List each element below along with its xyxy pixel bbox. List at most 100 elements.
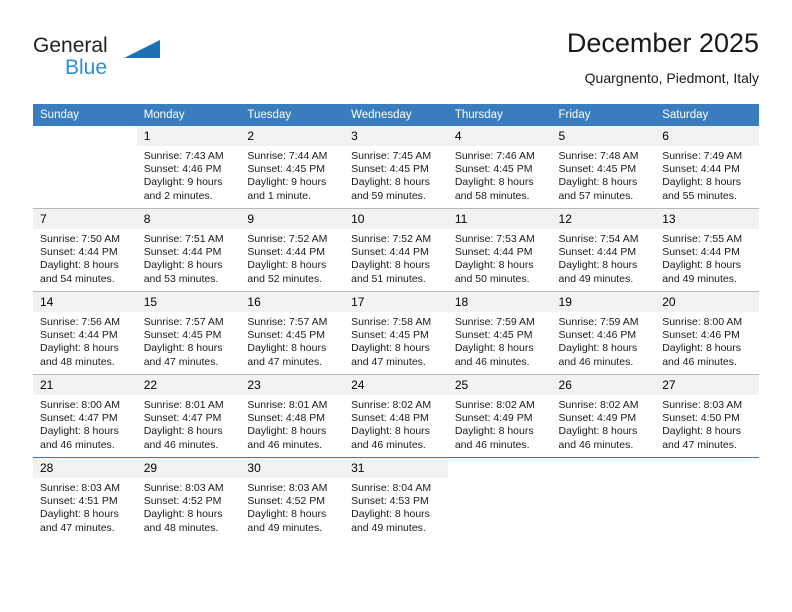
sunset-text: Sunset: 4:44 PM xyxy=(454,246,533,259)
calendar-day-cell[interactable]: 18 Sunrise: 7:59 AM Sunset: 4:45 PM Dayligh… xyxy=(447,291,552,375)
daylight-text-line1: Daylight: 8 hours xyxy=(247,425,327,438)
daylight-text-line1: Daylight: 8 hours xyxy=(662,259,742,272)
sunset-text: Sunset: 4:46 PM xyxy=(662,329,740,342)
day-number: 26 xyxy=(551,375,656,395)
daylight-text-line2: and 46 minutes. xyxy=(247,438,323,451)
calendar-day-cell[interactable]: 14 Sunrise: 7:56 AM Sunset: 4:44 PM Dayligh… xyxy=(33,291,137,375)
sunrise-text: Sunrise: 7:55 AM xyxy=(662,233,743,245)
day-number: 30 xyxy=(240,458,345,478)
sunrise-text: Sunrise: 8:03 AM xyxy=(247,482,328,494)
daylight-text-line1: Daylight: 8 hours xyxy=(247,259,327,272)
calendar-day-cell[interactable]: 11 Sunrise: 7:53 AM Sunset: 4:44 PM Dayligh… xyxy=(447,208,552,292)
sunset-text: Sunset: 4:45 PM xyxy=(143,329,222,342)
calendar-day-cell[interactable]: 15 Sunrise: 7:57 AM Sunset: 4:45 PM Dayligh… xyxy=(136,291,241,375)
daylight-text-line2: and 46 minutes. xyxy=(143,438,219,451)
sunrise-text: Sunrise: 7:59 AM xyxy=(454,316,535,328)
weekday-header-monday: Monday xyxy=(136,104,241,126)
daylight-text-line2: and 48 minutes. xyxy=(143,521,219,534)
day-details: Sunrise: 8:01 AM Sunset: 4:47 PM Daylight:… xyxy=(137,395,241,452)
daylight-text-line2: and 46 minutes. xyxy=(558,438,634,451)
sunset-text: Sunset: 4:44 PM xyxy=(558,246,637,259)
calendar-day-cell[interactable]: 29 Sunrise: 8:03 AM Sunset: 4:52 PM Dayligh… xyxy=(136,457,241,540)
daylight-text-line2: and 47 minutes. xyxy=(40,521,115,534)
calendar-day-cell[interactable]: 16 Sunrise: 7:57 AM Sunset: 4:45 PM Dayligh… xyxy=(240,291,345,375)
calendar-day-cell[interactable]: 21 Sunrise: 8:00 AM Sunset: 4:47 PM Dayligh… xyxy=(33,374,137,458)
calendar-day-cell[interactable]: 2 Sunrise: 7:44 AM Sunset: 4:45 PM Daylight… xyxy=(240,126,345,209)
calendar-day-cell[interactable]: 4 Sunrise: 7:46 AM Sunset: 4:45 PM Daylight… xyxy=(447,126,552,209)
calendar-day-cell[interactable]: 25 Sunrise: 8:02 AM Sunset: 4:49 PM Dayligh… xyxy=(447,374,552,458)
sunset-text: Sunset: 4:45 PM xyxy=(351,329,429,342)
day-number: 7 xyxy=(33,209,137,229)
weekday-header-tuesday: Tuesday xyxy=(240,104,345,126)
daylight-text-line2: and 46 minutes. xyxy=(662,355,737,368)
calendar-week-row: 28 Sunrise: 8:03 AM Sunset: 4:51 PM Dayligh… xyxy=(33,457,759,540)
weekday-header-thursday: Thursday xyxy=(447,104,552,126)
day-number: 16 xyxy=(240,292,345,312)
calendar-day-cell[interactable]: 12 Sunrise: 7:54 AM Sunset: 4:44 PM Dayligh… xyxy=(551,208,656,292)
sunset-text: Sunset: 4:44 PM xyxy=(40,329,118,342)
daylight-text-line2: and 47 minutes. xyxy=(662,438,737,451)
calendar-day-cell[interactable]: 7 Sunrise: 7:50 AM Sunset: 4:44 PM Daylight… xyxy=(33,208,137,292)
calendar-day-cell[interactable]: 22 Sunrise: 8:01 AM Sunset: 4:47 PM Dayligh… xyxy=(136,374,241,458)
general-blue-logo: General Blue xyxy=(33,26,273,86)
calendar-day-cell[interactable]: 8 Sunrise: 7:51 AM Sunset: 4:44 PM Daylight… xyxy=(136,208,241,292)
calendar-day-cell[interactable]: 17 Sunrise: 7:58 AM Sunset: 4:45 PM Dayligh… xyxy=(344,291,448,375)
calendar-day-cell[interactable]: 6 Sunrise: 7:49 AM Sunset: 4:44 PM Daylight… xyxy=(655,126,759,209)
daylight-text-line2: and 47 minutes. xyxy=(247,355,323,368)
sunset-text: Sunset: 4:47 PM xyxy=(40,412,118,425)
daylight-text-line1: Daylight: 8 hours xyxy=(662,176,742,189)
sunrise-text: Sunrise: 8:03 AM xyxy=(40,482,120,494)
sunset-text: Sunset: 4:46 PM xyxy=(143,163,222,176)
sunrise-text: Sunrise: 8:01 AM xyxy=(143,399,224,411)
calendar-day-cell[interactable]: 20 Sunrise: 8:00 AM Sunset: 4:46 PM Dayligh… xyxy=(655,291,759,375)
calendar-day-cell[interactable]: 30 Sunrise: 8:03 AM Sunset: 4:52 PM Dayligh… xyxy=(240,457,345,540)
sunrise-text: Sunrise: 7:57 AM xyxy=(143,316,224,328)
sunrise-text: Sunrise: 7:44 AM xyxy=(247,150,328,162)
sunset-text: Sunset: 4:46 PM xyxy=(558,329,637,342)
daylight-text-line2: and 1 minute. xyxy=(247,189,312,202)
day-number: 4 xyxy=(447,126,552,146)
day-details: Sunrise: 7:44 AM Sunset: 4:45 PM Daylight:… xyxy=(240,146,344,203)
calendar-day-cell[interactable]: 10 Sunrise: 7:52 AM Sunset: 4:44 PM Dayligh… xyxy=(344,208,448,292)
daylight-text-line2: and 46 minutes. xyxy=(40,438,115,451)
sunrise-text: Sunrise: 7:53 AM xyxy=(454,233,535,245)
calendar-week-row: 21 Sunrise: 8:00 AM Sunset: 4:47 PM Dayligh… xyxy=(33,374,759,458)
daylight-text-line2: and 46 minutes. xyxy=(351,438,426,451)
calendar-day-cell[interactable]: 31 Sunrise: 8:04 AM Sunset: 4:53 PM Dayligh… xyxy=(344,457,448,540)
daylight-text-line1: Daylight: 8 hours xyxy=(662,425,742,438)
calendar-day-cell[interactable]: 19 Sunrise: 7:59 AM Sunset: 4:46 PM Dayligh… xyxy=(551,291,656,375)
daylight-text-line2: and 55 minutes. xyxy=(662,189,737,202)
calendar-day-cell[interactable]: 13 Sunrise: 7:55 AM Sunset: 4:44 PM Dayligh… xyxy=(655,208,759,292)
day-details: Sunrise: 7:54 AM Sunset: 4:44 PM Daylight:… xyxy=(552,229,656,286)
day-details: Sunrise: 8:03 AM Sunset: 4:51 PM Daylight:… xyxy=(33,478,137,535)
daylight-text-line1: Daylight: 8 hours xyxy=(247,508,327,521)
sunrise-text: Sunrise: 8:03 AM xyxy=(143,482,224,494)
day-number: 5 xyxy=(551,126,656,146)
day-number: 23 xyxy=(240,375,345,395)
weekday-header-friday: Friday xyxy=(551,104,656,126)
calendar-day-cell[interactable]: 27 Sunrise: 8:03 AM Sunset: 4:50 PM Dayligh… xyxy=(655,374,759,458)
day-details: Sunrise: 7:43 AM Sunset: 4:46 PM Daylight:… xyxy=(137,146,241,203)
daylight-text-line2: and 47 minutes. xyxy=(351,355,426,368)
calendar-day-cell[interactable]: 23 Sunrise: 8:01 AM Sunset: 4:48 PM Dayligh… xyxy=(240,374,345,458)
day-number: 8 xyxy=(136,209,241,229)
calendar-day-cell[interactable]: 26 Sunrise: 8:02 AM Sunset: 4:49 PM Dayligh… xyxy=(551,374,656,458)
sunrise-text: Sunrise: 7:59 AM xyxy=(558,316,639,328)
day-number: 10 xyxy=(344,209,448,229)
daylight-text-line2: and 59 minutes. xyxy=(351,189,426,202)
calendar-day-cell[interactable]: 28 Sunrise: 8:03 AM Sunset: 4:51 PM Dayligh… xyxy=(33,457,137,540)
calendar-day-cell[interactable]: 1 Sunrise: 7:43 AM Sunset: 4:46 PM Daylight… xyxy=(136,126,241,209)
calendar-day-cell[interactable]: 5 Sunrise: 7:48 AM Sunset: 4:45 PM Daylight… xyxy=(551,126,656,209)
calendar-day-cell[interactable]: 9 Sunrise: 7:52 AM Sunset: 4:44 PM Daylight… xyxy=(240,208,345,292)
sunrise-text: Sunrise: 8:01 AM xyxy=(247,399,328,411)
daylight-text-line2: and 54 minutes. xyxy=(40,272,115,285)
daylight-text-line1: Daylight: 8 hours xyxy=(40,425,119,438)
day-details: Sunrise: 7:49 AM Sunset: 4:44 PM Daylight:… xyxy=(655,146,759,203)
calendar-day-cell[interactable]: 24 Sunrise: 8:02 AM Sunset: 4:48 PM Dayligh… xyxy=(344,374,448,458)
calendar-week-row: 7 Sunrise: 7:50 AM Sunset: 4:44 PM Daylight… xyxy=(33,208,759,292)
day-details: Sunrise: 7:51 AM Sunset: 4:44 PM Daylight:… xyxy=(137,229,241,286)
sunset-text: Sunset: 4:44 PM xyxy=(247,246,326,259)
calendar-day-cell-empty xyxy=(655,457,759,540)
calendar-day-cell[interactable]: 3 Sunrise: 7:45 AM Sunset: 4:45 PM Daylight… xyxy=(344,126,448,209)
daylight-text-line2: and 51 minutes. xyxy=(351,272,426,285)
